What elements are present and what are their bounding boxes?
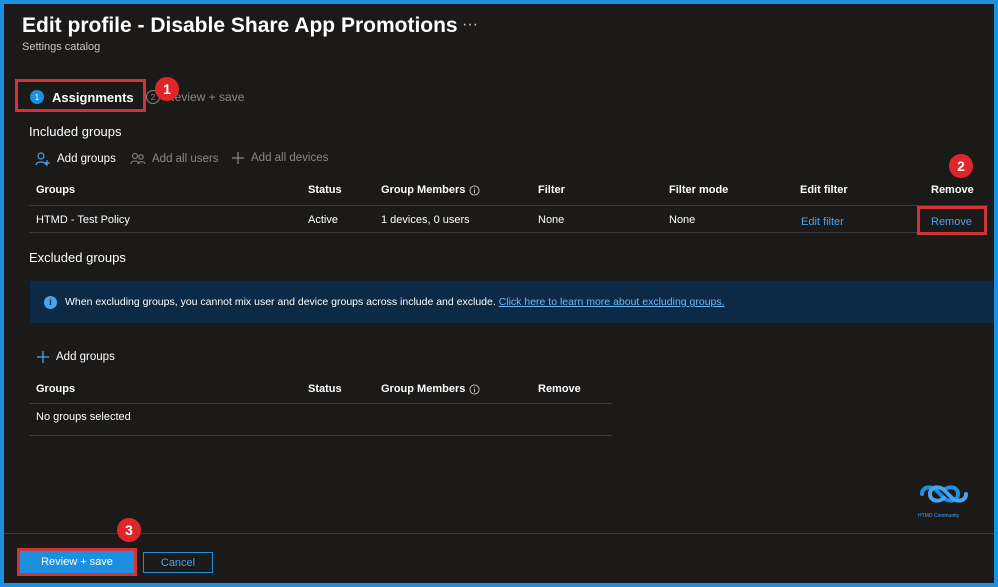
excluded-column-header-group-members-label: Group Members: [381, 383, 466, 395]
excluded-empty-message: No groups selected: [36, 411, 131, 423]
table-divider: [29, 435, 612, 436]
column-header-remove: Remove: [931, 184, 974, 196]
column-header-filter-mode: Filter mode: [669, 184, 729, 196]
review-save-button[interactable]: Review + save: [20, 551, 134, 573]
remove-group-link[interactable]: Remove: [931, 216, 972, 228]
column-header-status: Status: [308, 184, 342, 196]
more-options-button[interactable]: ···: [462, 16, 478, 34]
info-icon: i: [44, 295, 57, 309]
info-banner: i When excluding groups, you cannot mix …: [30, 281, 998, 323]
callout-badge-3: 3: [117, 518, 141, 542]
add-all-devices-button[interactable]: Add all devices: [231, 151, 328, 165]
row-status: Active: [308, 214, 338, 226]
table-divider: [29, 232, 917, 233]
included-groups-heading: Included groups: [29, 124, 122, 139]
row-filter-mode: None: [669, 214, 696, 226]
row-group-members: 1 devices, 0 users: [381, 214, 470, 226]
info-circle-icon[interactable]: [469, 184, 480, 196]
excluded-column-header-status: Status: [308, 383, 342, 395]
row-group-name: HTMD - Test Policy: [36, 214, 130, 226]
excluded-column-header-group-members: Group Members: [381, 383, 480, 395]
callout-badge-2: 2: [949, 154, 973, 178]
plus-icon: [37, 351, 49, 363]
add-groups-button[interactable]: Add groups: [35, 151, 116, 167]
tab-assignments[interactable]: 1 Assignments: [30, 88, 134, 106]
column-header-filter: Filter: [538, 184, 565, 196]
excluded-column-header-groups: Groups: [36, 383, 76, 395]
htmd-community-logo: HTMD Community: [918, 480, 970, 520]
add-excluded-groups-button[interactable]: Add groups: [36, 350, 115, 364]
cancel-button[interactable]: Cancel: [143, 552, 213, 573]
step-number-icon: 1: [30, 90, 44, 104]
add-all-users-button[interactable]: Add all users: [130, 151, 218, 167]
info-banner-text: When excluding groups, you cannot mix us…: [65, 296, 725, 308]
add-groups-label: Add groups: [57, 153, 116, 165]
add-all-users-label: Add all users: [152, 153, 219, 165]
page-subtitle: Settings catalog: [22, 41, 101, 53]
add-person-icon: [35, 152, 50, 166]
logo-caption: HTMD Community: [918, 513, 960, 519]
people-icon: [130, 152, 146, 165]
table-divider: [29, 403, 612, 404]
edit-filter-link[interactable]: Edit filter: [801, 216, 844, 228]
add-all-devices-label: Add all devices: [251, 152, 329, 164]
info-banner-message: When excluding groups, you cannot mix us…: [65, 296, 496, 308]
column-header-edit-filter: Edit filter: [800, 184, 848, 196]
callout-badge-1: 1: [155, 77, 179, 101]
excluded-column-header-remove: Remove: [538, 383, 581, 395]
htmd-logo-icon: [920, 485, 968, 503]
tab-assignments-label: Assignments: [52, 89, 134, 105]
row-filter: None: [538, 214, 565, 226]
plus-icon: [232, 152, 244, 164]
footer-divider: [4, 533, 994, 534]
table-divider: [29, 205, 988, 206]
info-circle-icon[interactable]: [469, 383, 480, 395]
page-title: Edit profile - Disable Share App Promoti…: [22, 14, 458, 37]
column-header-group-members: Group Members: [381, 184, 480, 196]
column-header-group-members-label: Group Members: [381, 184, 466, 196]
column-header-groups: Groups: [36, 184, 76, 196]
add-excluded-groups-label: Add groups: [56, 351, 115, 363]
excluded-groups-heading: Excluded groups: [29, 250, 126, 265]
learn-more-excluding-link[interactable]: Click here to learn more about excluding…: [499, 296, 725, 308]
